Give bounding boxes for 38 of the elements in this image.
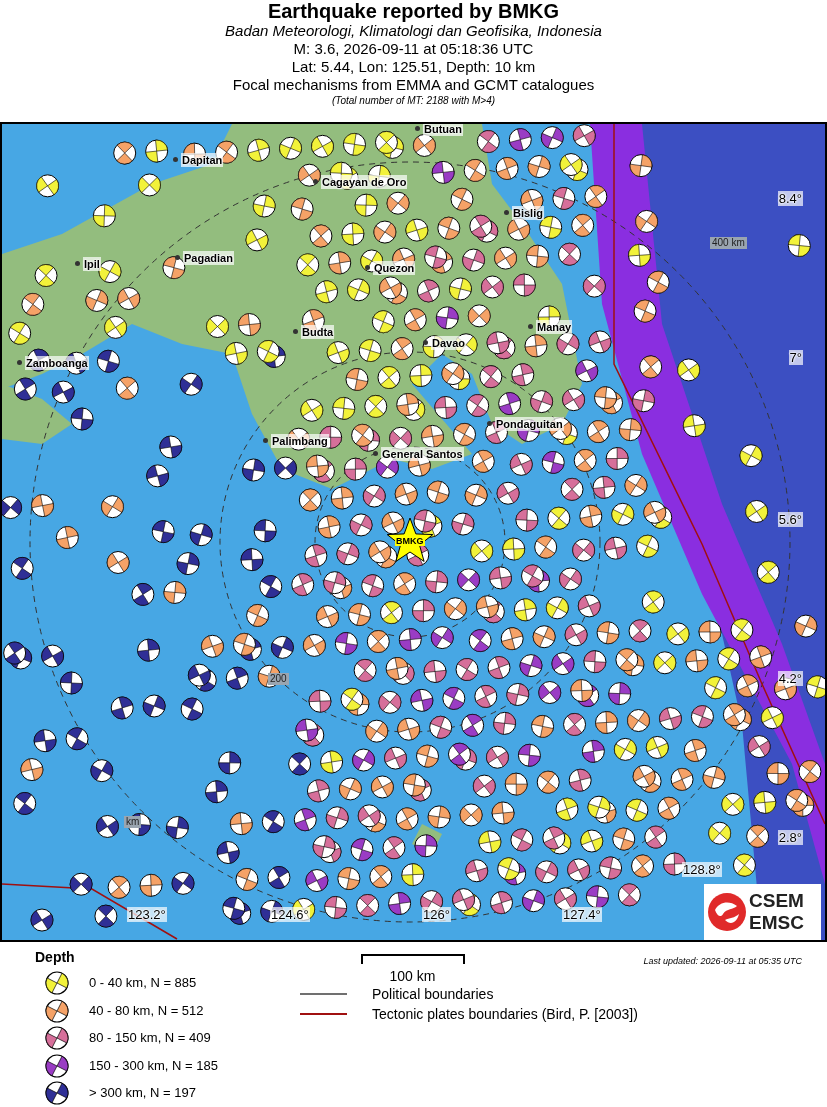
city-label: Pondaguitan bbox=[495, 416, 564, 431]
depth-class-label: > 300 km, N = 197 bbox=[89, 1085, 196, 1102]
longitude-label: 128.8° bbox=[682, 861, 722, 877]
depth-class-label: 40 - 80 km, N = 512 bbox=[89, 1002, 204, 1019]
longitude-label: 123.2° bbox=[127, 906, 167, 922]
depth-class-label: 80 - 150 km, N = 409 bbox=[89, 1030, 211, 1047]
depth-class-label: 0 - 40 km, N = 885 bbox=[89, 975, 197, 992]
epicenter-label: BMKG bbox=[395, 535, 425, 546]
logo-text: CSEM bbox=[749, 889, 804, 912]
city-label: Quezon bbox=[373, 260, 416, 275]
longitude-label: 126° bbox=[422, 906, 451, 922]
legend-heading: Depth bbox=[35, 947, 76, 966]
depth-class-label: 150 - 300 km, N = 185 bbox=[89, 1057, 218, 1074]
longitude-label: 124.6° bbox=[270, 906, 310, 922]
city-label: Davao bbox=[431, 335, 467, 350]
latitude-label: 2.8° bbox=[777, 829, 803, 845]
latitude-label: 7° bbox=[788, 349, 803, 365]
source-note: Focal mechanisms from EMMA and GCMT catalogues bbox=[232, 76, 595, 94]
latitude-label: 5.6° bbox=[777, 511, 803, 527]
last-updated-note: Last updated: 2026-09-11 at 05:35 UTC bbox=[643, 955, 802, 967]
longitude-label: 127.4° bbox=[562, 906, 602, 922]
logo-text: EMSC bbox=[749, 911, 804, 934]
scale-label: 100 km bbox=[389, 967, 436, 984]
map-title: Earthquake reported by BMKG bbox=[267, 0, 560, 22]
city-label: Palimbang bbox=[271, 433, 329, 448]
boundary-label: Political boundaries bbox=[372, 985, 494, 1002]
city-label: General Santos bbox=[381, 446, 464, 461]
agency-name: Badan Meteorologi, Klimatologi dan Geofisika, Indonesia bbox=[225, 22, 602, 40]
total-note: (Total number of MT: 2188 with M>4) bbox=[331, 94, 496, 107]
city-label: Ipil bbox=[83, 256, 101, 271]
location-details: Lat: 5.44, Lon: 125.51, Depth: 10 km bbox=[291, 58, 536, 76]
event-details: M: 3.6, 2026-09-11 at 05:18:36 UTC bbox=[293, 40, 534, 58]
city-label: Cagayan de Oro bbox=[321, 174, 408, 189]
latitude-label: 4.2° bbox=[777, 670, 803, 686]
boundary-label: Tectonic plates boundaries (Bird, P. [2003]) bbox=[372, 1005, 638, 1022]
city-label: Manay bbox=[536, 319, 573, 334]
city-label: Pagadian bbox=[183, 250, 234, 265]
latitude-label: 8.4° bbox=[777, 190, 803, 206]
